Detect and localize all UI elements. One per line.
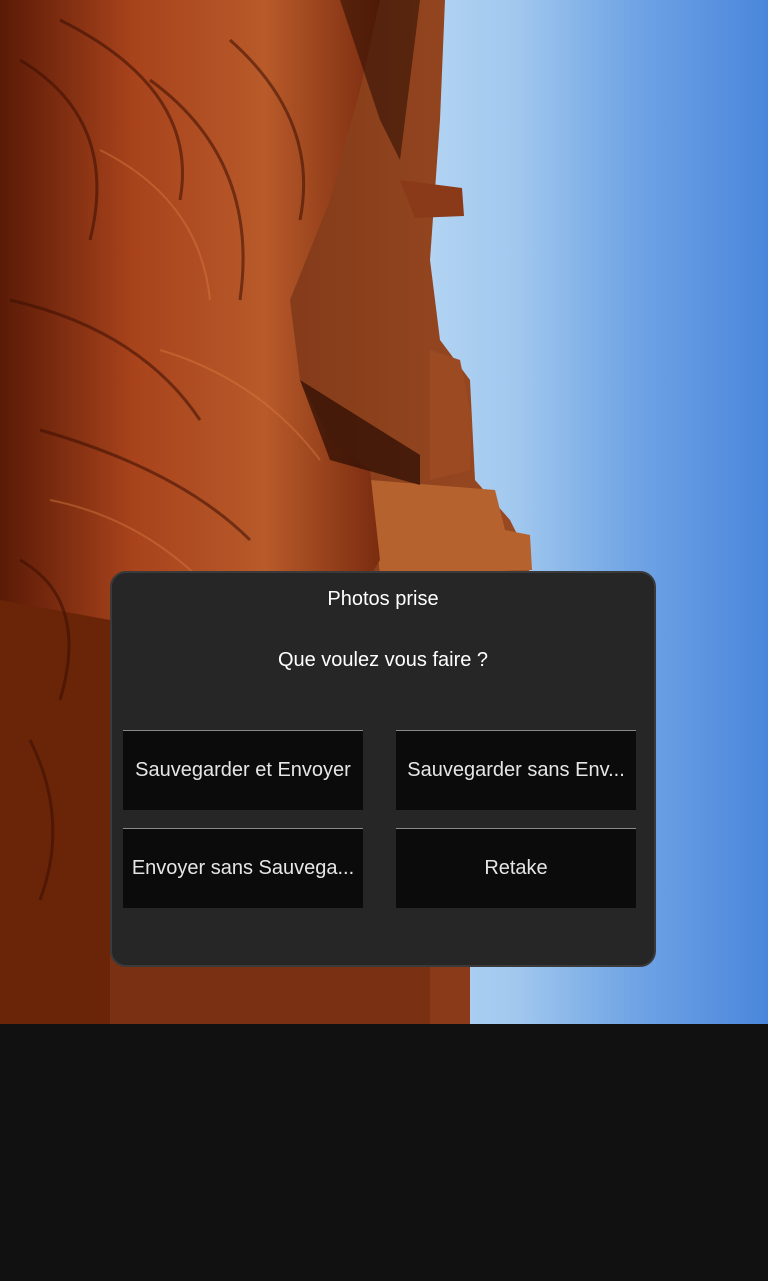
retake-button[interactable]: Retake bbox=[396, 828, 636, 908]
empty-bottom-area bbox=[0, 1024, 768, 1281]
send-without-save-button[interactable]: Envoyer sans Sauvega... bbox=[123, 828, 363, 908]
photo-action-dialog: Photos prise Que voulez vous faire ? Sau… bbox=[110, 571, 656, 967]
dialog-message: Que voulez vous faire ? bbox=[277, 649, 489, 671]
save-without-send-button[interactable]: Sauvegarder sans Env... bbox=[396, 730, 636, 810]
camera-screen: Photos prise Que voulez vous faire ? Sau… bbox=[0, 0, 768, 1281]
save-and-send-button[interactable]: Sauvegarder et Envoyer bbox=[123, 730, 363, 810]
dialog-title: Photos prise bbox=[327, 588, 439, 610]
